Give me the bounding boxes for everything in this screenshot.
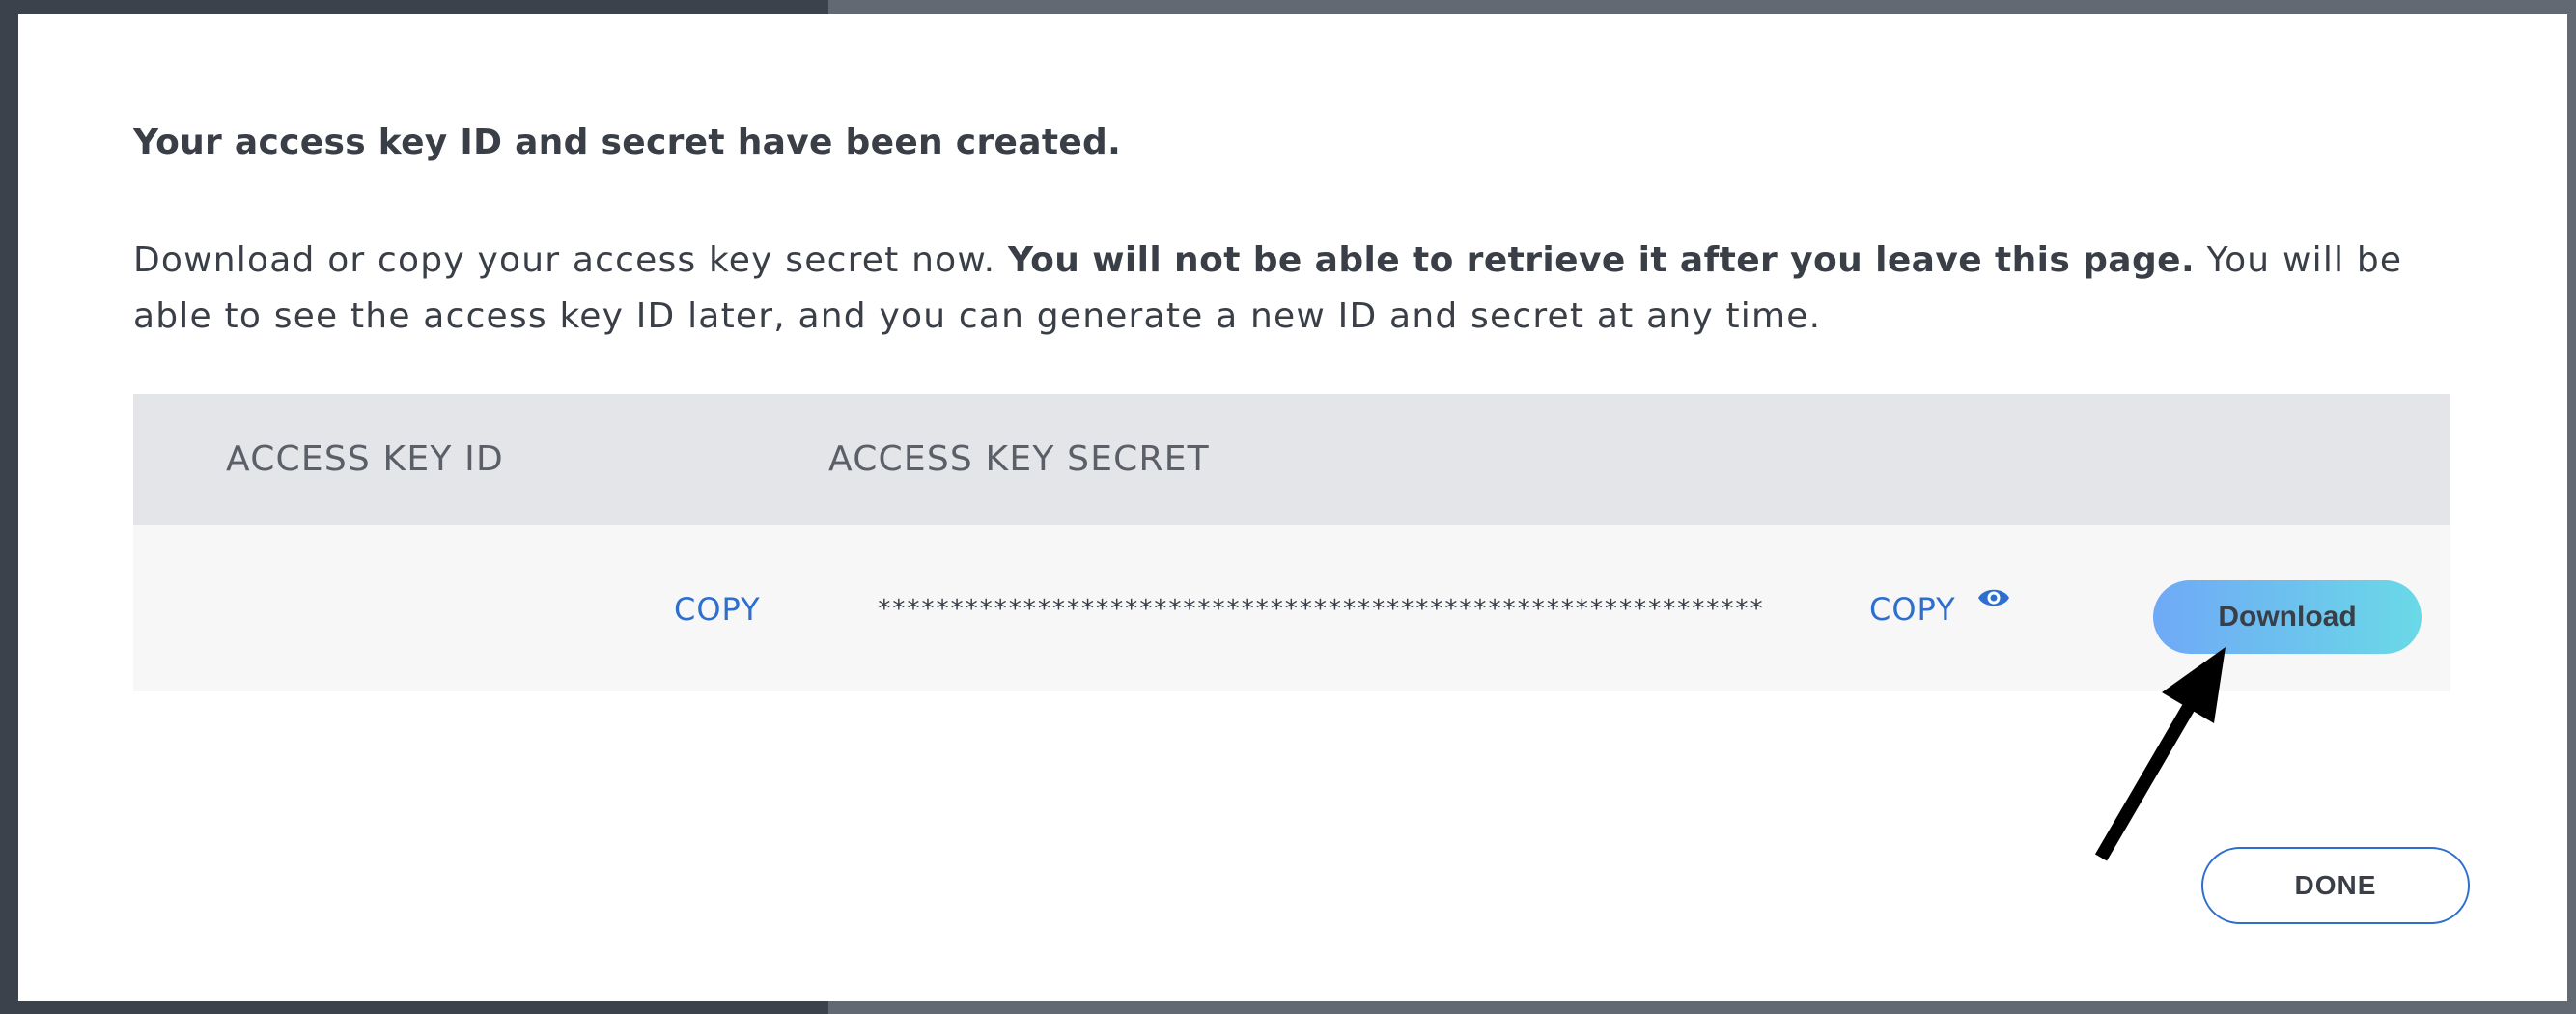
instructions-warning: You will not be able to retrieve it afte…: [1007, 240, 2196, 280]
header-access-key-secret: ACCESS KEY SECRET: [828, 439, 1210, 479]
access-key-dialog: Your access key ID and secret have been …: [18, 14, 2567, 1001]
table-header: ACCESS KEY ID ACCESS KEY SECRET: [133, 394, 2450, 525]
done-button[interactable]: DONE: [2201, 847, 2470, 924]
eye-icon-glyph: [1978, 589, 2009, 606]
access-key-secret-masked: ****************************************…: [877, 595, 1764, 624]
download-button[interactable]: Download: [2153, 580, 2422, 654]
dialog-heading: Your access key ID and secret have been …: [133, 123, 1122, 162]
dialog-instructions: Download or copy your access key secret …: [133, 233, 2479, 345]
annotation-arrow-icon: [2094, 647, 2226, 861]
copy-access-key-id-link[interactable]: COPY: [674, 591, 761, 628]
header-access-key-id: ACCESS KEY ID: [226, 439, 504, 479]
copy-access-key-secret-link[interactable]: COPY: [1869, 591, 1956, 628]
eye-icon[interactable]: [1977, 583, 2010, 612]
instructions-text-1: Download or copy your access key secret …: [133, 240, 1008, 280]
